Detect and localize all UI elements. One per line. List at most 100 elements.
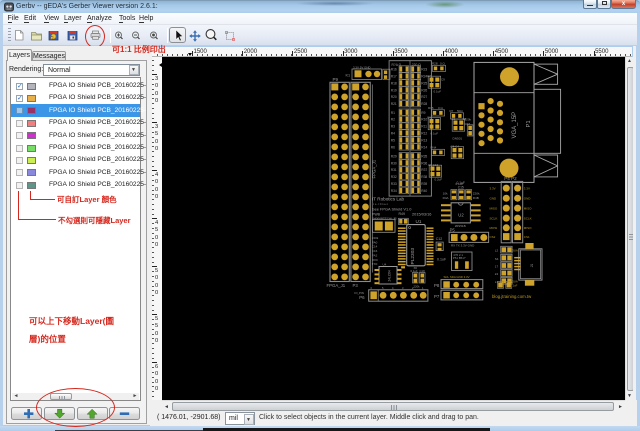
svg-text:MOSI: MOSI (490, 226, 498, 230)
svg-text:See FPGA Shield V1.0: See FPGA Shield V1.0 (372, 206, 412, 211)
svg-text:P51 B51?: P51 B51? (453, 256, 466, 260)
svg-text:24LC64: 24LC64 (388, 270, 392, 281)
svg-text:R9: R9 (421, 110, 425, 114)
svg-text:R11: R11 (421, 124, 427, 128)
svg-text:CS1: CS1 (524, 235, 530, 239)
svg-text:C9: C9 (441, 77, 445, 81)
svg-text:1uF: 1uF (513, 283, 518, 287)
svg-text:R33: R33 (391, 182, 397, 186)
svg-text:R1: R1 (391, 110, 395, 114)
svg-text:R28: R28 (432, 61, 438, 65)
svg-text:R4A: R4A (443, 195, 450, 199)
svg-text:220k: 220k (414, 284, 421, 288)
svg-text:C12: C12 (436, 236, 443, 240)
svg-text:GND: GND (490, 196, 498, 200)
svg-text:2015/03/16: 2015/03/16 (412, 211, 431, 216)
svg-text:R6: R6 (391, 145, 395, 149)
svg-text:C9 C13: C9 C13 (428, 162, 439, 166)
svg-text:R35: R35 (421, 154, 427, 158)
svg-text:FPGA_J1: FPGA_J1 (327, 283, 346, 288)
svg-text:R40: R40 (421, 188, 427, 192)
svg-text:R37: R37 (421, 168, 427, 172)
svg-text:220k: 220k (465, 117, 472, 121)
svg-text:C3: C3 (427, 115, 431, 119)
svg-text:R25: R25 (421, 81, 427, 85)
svg-text:P1: P1 (526, 120, 532, 127)
svg-text:R31: R31 (391, 168, 397, 172)
svg-text:3.3V 5V GND: 3.3V 5V GND (353, 65, 371, 69)
svg-text:MISO: MISO (524, 206, 532, 210)
svg-text:R13: R13 (421, 138, 427, 142)
svg-text:R16: R16 (391, 67, 397, 71)
svg-text:0.2uF: 0.2uF (435, 177, 443, 181)
svg-text:0.1uF: 0.1uF (457, 181, 465, 185)
svg-text:0.1uF: 0.1uF (431, 131, 439, 135)
svg-text:R34: R34 (391, 188, 397, 192)
svg-text:C8 C4: C8 C4 (451, 144, 460, 148)
svg-text:SCL SDA GND 3.3V: SCL SDA GND 3.3V (444, 274, 470, 278)
svg-text:R5: R5 (391, 138, 395, 142)
svg-text:C15: C15 (458, 185, 464, 189)
svg-text:PL2303: PL2303 (410, 247, 416, 264)
svg-text:R2: R2 (391, 117, 395, 121)
svg-text:R29: R29 (391, 154, 397, 158)
svg-text:blog.jtraining.com.tw: blog.jtraining.com.tw (492, 293, 532, 298)
svg-text:R21: R21 (391, 102, 397, 106)
svg-text:0.1uF: 0.1uF (434, 89, 442, 93)
svg-text:R32: R32 (391, 175, 397, 179)
svg-text:P9: P9 (333, 77, 339, 82)
svg-text:R28: R28 (421, 102, 427, 106)
svg-text:P8: P8 (434, 282, 440, 287)
svg-text:C1: C1 (452, 116, 456, 120)
svg-text:R49: R49 (399, 212, 405, 216)
svg-text:P4 P2: P4 P2 (504, 176, 517, 181)
svg-text:S4: S4 (495, 256, 499, 260)
svg-text:CS2: CS2 (490, 235, 496, 239)
svg-text:0.1uF: 0.1uF (437, 257, 447, 261)
svg-text:P5: P5 (450, 227, 456, 232)
svg-text:3UA: 3UA (512, 248, 518, 252)
svg-text:IT Robotics Lab: IT Robotics Lab (372, 196, 405, 201)
svg-text:J1: J1 (530, 263, 534, 267)
svg-text:VGA_15P: VGA_15P (512, 111, 518, 138)
svg-text:R4B: R4B (473, 195, 479, 199)
svg-text:3.3V: 3.3V (524, 186, 530, 190)
svg-text:0 Ω: 0 Ω (440, 61, 446, 65)
svg-text:RX TX 3.3V GND: RX TX 3.3V GND (451, 243, 475, 247)
svg-text:R19: R19 (391, 88, 397, 92)
svg-text:R18: R18 (391, 81, 397, 85)
svg-text:TX0: TX0 (372, 262, 378, 266)
svg-text:R23: R23 (421, 67, 427, 71)
svg-text:GND: GND (524, 196, 532, 200)
svg-text:R?A Ω: R?A Ω (392, 62, 402, 66)
svg-text:SCLK: SCLK (524, 216, 532, 220)
svg-text:R14: R14 (421, 145, 427, 149)
svg-text:0 Ω: 0 Ω (438, 106, 444, 110)
svg-text:R15: R15 (428, 106, 434, 110)
svg-text:R7: R7 (450, 109, 454, 113)
svg-text:R20: R20 (391, 95, 397, 99)
svg-text:DN501: DN501 (453, 136, 463, 140)
svg-text:C7: C7 (427, 73, 431, 77)
svg-text:P3: P3 (353, 283, 359, 288)
svg-text:R26: R26 (421, 88, 427, 92)
svg-text:P6: P6 (359, 295, 365, 300)
svg-text:3.3V: 3.3V (490, 186, 496, 190)
svg-text:26S51B: 26S51B (455, 223, 466, 227)
svg-text:R4: R4 (391, 131, 395, 135)
svg-text:U1: U1 (416, 218, 422, 223)
svg-text:U2: U2 (458, 212, 464, 217)
svg-text:R38: R38 (421, 175, 427, 179)
svg-text:L2: L2 (495, 248, 499, 252)
svg-text:R36: R36 (421, 161, 427, 165)
svg-text:24: 24 (495, 272, 499, 276)
svg-text:K1: K1 (346, 73, 351, 77)
svg-text:P7: P7 (434, 294, 440, 299)
svg-text:50Ω: 50Ω (457, 109, 463, 113)
svg-text:R3: R3 (391, 124, 395, 128)
svg-text:R30: R30 (391, 161, 397, 165)
svg-text:R12: R12 (421, 131, 427, 135)
svg-text:PN4: PN4 (431, 145, 437, 149)
svg-text:IO_PIN: IO_PIN (354, 290, 363, 294)
svg-text:17: 17 (495, 264, 499, 268)
